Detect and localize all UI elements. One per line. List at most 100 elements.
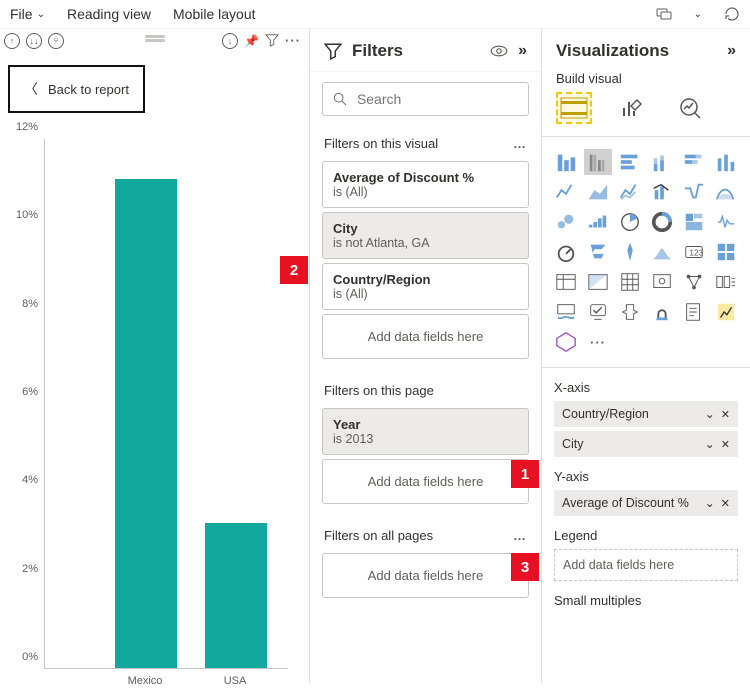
viz-type-icon[interactable] — [616, 149, 644, 175]
viz-type-icon[interactable] — [552, 209, 580, 235]
filter-card[interactable]: Cityis not Atlanta, GA — [322, 212, 529, 259]
pin-icon[interactable] — [244, 33, 259, 49]
collapse-icon[interactable]: » — [518, 42, 527, 60]
chat-icon[interactable] — [656, 6, 672, 22]
filters-search[interactable] — [322, 82, 529, 116]
x-label: USA — [204, 675, 266, 687]
field-pill[interactable]: City⌄✕ — [554, 431, 738, 457]
more-icon[interactable]: … — [513, 136, 527, 151]
analytics-icon[interactable] — [672, 92, 708, 124]
chevron-down-icon[interactable]: ⌄ — [694, 9, 702, 20]
build-visual-icon[interactable] — [556, 92, 592, 124]
viz-type-icon[interactable] — [616, 179, 644, 205]
format-visual-icon[interactable] — [614, 92, 650, 124]
viz-type-icon[interactable] — [552, 239, 580, 265]
expand-icon[interactable]: ⑂ — [48, 33, 64, 49]
refresh-icon[interactable] — [724, 6, 740, 22]
drill-up-icon[interactable]: ↑ — [4, 33, 20, 49]
filters-page-add[interactable]: Add data fields here — [322, 459, 529, 504]
viz-type-icon[interactable] — [616, 299, 644, 325]
viz-type-icon[interactable] — [648, 239, 676, 265]
back-to-report-button[interactable]: 〈 Back to report — [8, 65, 145, 113]
filter-value: is (All) — [333, 185, 518, 199]
viz-type-icon[interactable] — [712, 239, 740, 265]
build-visual-tabs: Build visual — [542, 71, 750, 132]
y-tick: 2% — [22, 563, 38, 575]
chevron-down-icon[interactable]: ⌄ — [705, 437, 715, 451]
viz-type-icon[interactable] — [552, 269, 580, 295]
filters-header: Filters » — [310, 29, 541, 72]
build-label: Build visual — [556, 71, 736, 86]
viz-type-icon[interactable] — [680, 299, 708, 325]
viz-type-icon[interactable] — [584, 149, 612, 175]
filters-page-section: Filters on this page — [310, 373, 541, 404]
legend-drop[interactable]: Add data fields here — [554, 549, 738, 581]
remove-icon[interactable]: ✕ — [721, 408, 730, 421]
search-input[interactable] — [357, 91, 518, 107]
viz-type-icon[interactable]: 123 — [680, 239, 708, 265]
viz-type-icon[interactable] — [616, 239, 644, 265]
viz-type-icon[interactable] — [552, 179, 580, 205]
viz-type-icon[interactable] — [680, 209, 708, 235]
drill-toggle-icon[interactable]: ↓ — [222, 33, 238, 49]
viz-type-icon[interactable] — [680, 149, 708, 175]
filter-value: is 2013 — [333, 432, 518, 446]
y-axis-fields: Average of Discount %⌄✕ — [554, 490, 738, 516]
filters-visual-add[interactable]: Add data fields here — [322, 314, 529, 359]
viz-type-icon[interactable] — [552, 149, 580, 175]
menu-file[interactable]: File ⌄ — [10, 6, 45, 22]
more-icon[interactable]: ··· — [285, 33, 301, 49]
y-tick: 12% — [16, 121, 38, 133]
viz-type-icon[interactable] — [712, 209, 740, 235]
remove-icon[interactable]: ✕ — [721, 438, 730, 451]
viz-type-icon[interactable] — [616, 209, 644, 235]
viz-type-icon[interactable] — [680, 269, 708, 295]
callout-3: 3 — [511, 553, 539, 581]
viz-type-icon[interactable] — [712, 299, 740, 325]
viz-type-icon[interactable] — [712, 179, 740, 205]
filter-name: Year — [333, 417, 518, 432]
y-axis: 0%2%4%6%8%10%12% — [8, 139, 42, 669]
filter-card[interactable]: Average of Discount %is (All) — [322, 161, 529, 208]
field-pill[interactable]: Average of Discount %⌄✕ — [554, 490, 738, 516]
viz-type-icon[interactable] — [712, 149, 740, 175]
viz-type-icon[interactable] — [648, 149, 676, 175]
eye-icon[interactable] — [490, 42, 508, 60]
menu-mobile-layout[interactable]: Mobile layout — [173, 6, 256, 22]
more-icon[interactable]: … — [513, 528, 527, 543]
field-pill[interactable]: Country/Region⌄✕ — [554, 401, 738, 427]
filters-all-add[interactable]: Add data fields here — [322, 553, 529, 598]
viz-type-icon[interactable] — [648, 209, 676, 235]
filters-page-list: Yearis 2013 — [310, 408, 541, 455]
viz-type-icon[interactable] — [584, 269, 612, 295]
drag-handle-icon[interactable] — [145, 35, 165, 38]
bar[interactable] — [115, 179, 177, 668]
viz-type-icon[interactable] — [584, 239, 612, 265]
collapse-icon[interactable]: » — [727, 42, 736, 60]
viz-type-icon[interactable] — [648, 179, 676, 205]
callout-1: 1 — [511, 460, 539, 488]
viz-type-icon[interactable] — [648, 269, 676, 295]
viz-type-icon[interactable] — [680, 179, 708, 205]
viz-type-icon[interactable] — [648, 299, 676, 325]
chevron-down-icon[interactable]: ⌄ — [705, 407, 715, 421]
menu-reading-view[interactable]: Reading view — [67, 6, 151, 22]
viz-type-icon[interactable] — [712, 269, 740, 295]
viz-type-icon[interactable] — [552, 299, 580, 325]
bar[interactable] — [205, 523, 267, 668]
drill-down-icon[interactable]: ↓↓ — [26, 33, 42, 49]
bar-chart: 0%2%4%6%8%10%12% MexicoUSA — [8, 139, 288, 699]
filter-card[interactable]: Yearis 2013 — [322, 408, 529, 455]
y-tick: 8% — [22, 298, 38, 310]
remove-icon[interactable]: ✕ — [721, 497, 730, 510]
chevron-down-icon[interactable]: ⌄ — [705, 496, 715, 510]
viz-type-icon[interactable] — [616, 269, 644, 295]
funnel-icon[interactable] — [265, 33, 279, 49]
filter-name: Country/Region — [333, 272, 518, 287]
viz-type-icon[interactable] — [552, 329, 580, 355]
filter-card[interactable]: Country/Regionis (All) — [322, 263, 529, 310]
more-icon[interactable]: ··· — [584, 329, 612, 355]
viz-type-icon[interactable] — [584, 299, 612, 325]
viz-type-icon[interactable] — [584, 179, 612, 205]
viz-type-icon[interactable] — [584, 209, 612, 235]
